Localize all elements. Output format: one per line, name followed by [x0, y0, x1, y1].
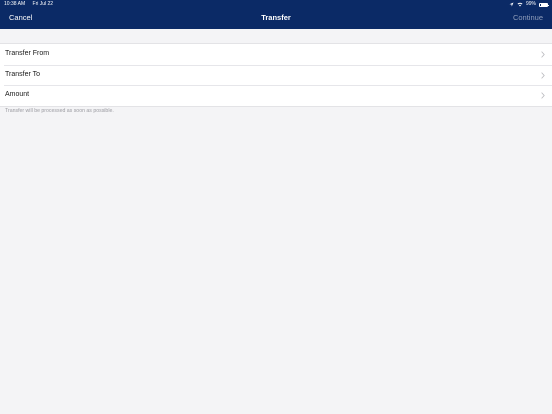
chevron-right-icon [541, 51, 545, 58]
transfer-from-label: Transfer From [5, 50, 50, 57]
battery-icon [539, 2, 549, 7]
page-title: Transfer [261, 13, 291, 22]
status-left: 10:38 AM Fri Jul 22 [4, 0, 59, 9]
status-right: 99% [509, 0, 549, 9]
status-bar: 10:38 AM Fri Jul 22 99% [0, 0, 552, 9]
transfer-footer-note: Transfer will be processed as soon as po… [5, 108, 114, 114]
app-header: 10:38 AM Fri Jul 22 99% Cancel Transfer … [0, 0, 552, 29]
transfer-from-row[interactable]: Transfer From [0, 44, 552, 65]
continue-button[interactable]: Continue [513, 13, 543, 22]
chevron-right-icon [541, 71, 545, 79]
location-arrow-icon [509, 2, 514, 7]
wifi-icon [517, 2, 523, 7]
transfer-to-label: Transfer To [5, 70, 41, 78]
amount-row[interactable]: Amount [0, 85, 552, 106]
amount-label: Amount [5, 91, 30, 98]
transfer-form: Transfer From Transfer To Amount [0, 43, 552, 107]
battery-percent: 99% [525, 1, 536, 7]
status-date: Fri Jul 22 [32, 1, 54, 7]
nav-bar: Cancel Transfer Continue [0, 9, 552, 29]
transfer-to-row[interactable]: Transfer To [0, 64, 552, 86]
status-time: 10:38 AM [4, 1, 26, 7]
chevron-right-icon [541, 92, 545, 99]
